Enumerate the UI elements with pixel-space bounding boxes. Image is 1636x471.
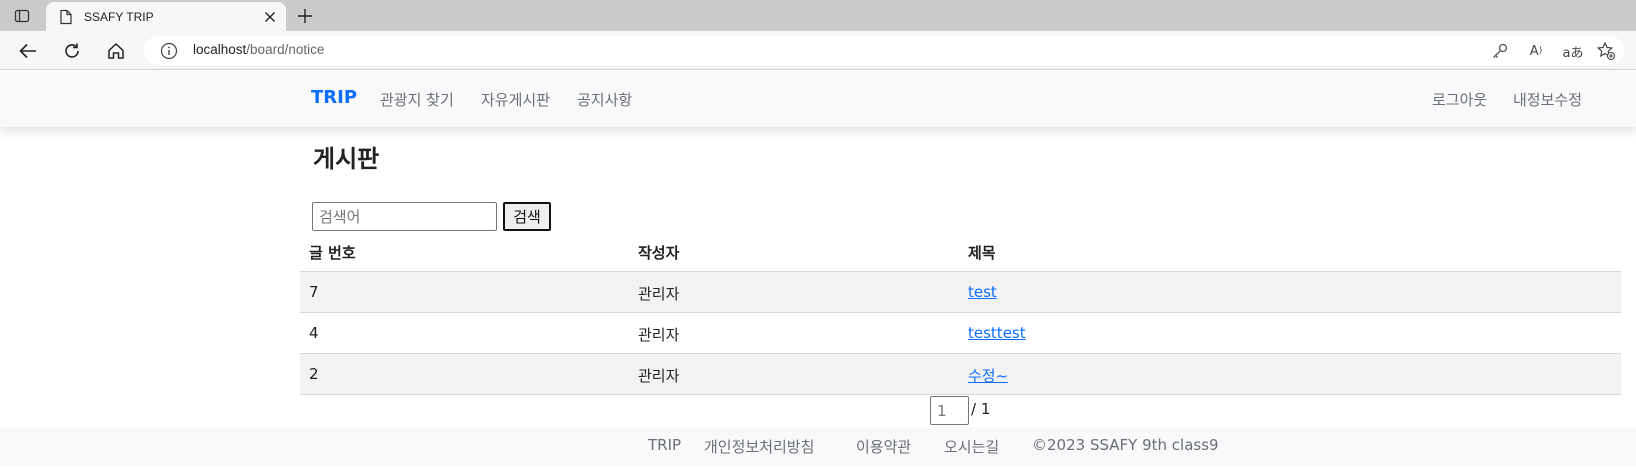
row-title-link[interactable]: testtest [968,324,1026,342]
nav-link-attractions[interactable]: 관광지 찾기 [380,89,454,110]
row-author: 관리자 [638,285,680,303]
brand-logo-link[interactable]: TRIP [311,87,357,108]
column-header-title: 제목 [968,244,996,262]
footer-link-trip[interactable]: TRIP [648,436,681,454]
plus-icon[interactable] [294,5,316,27]
row-number: 4 [309,324,319,342]
table-row: 4 관리자 testtest [300,313,1621,354]
footer-link-directions[interactable]: 오시는길 [944,436,999,457]
table-row: 7 관리자 test [300,272,1621,313]
row-author: 관리자 [638,367,680,385]
row-title-cell: 수정~ [968,365,1008,386]
browser-tab[interactable]: SSAFY TRIP [46,2,286,31]
table-header: 글 번호 작성자 제목 [300,232,1621,272]
row-author: 관리자 [638,326,680,344]
home-icon[interactable] [104,39,128,63]
page-total: / 1 [971,399,991,418]
nav-link-logout[interactable]: 로그아웃 [1432,89,1487,110]
info-icon[interactable] [160,42,178,60]
read-aloud-glyph: A [1529,43,1539,59]
table-row: 2 관리자 수정~ [300,354,1621,395]
pagination: / 1 [930,396,990,425]
sidebar-toggle-icon[interactable] [12,7,32,25]
nav-link-free-board[interactable]: 자유게시판 [481,89,550,110]
address-bar[interactable]: localhost/board/notice A) aあ [144,36,1624,65]
row-number: 2 [309,365,319,383]
tab-title: SSAFY TRIP [84,9,154,24]
page-number-input[interactable] [930,396,969,425]
favorite-add-icon[interactable] [1596,41,1616,61]
row-title-link[interactable]: test [968,283,997,301]
row-title-cell: testtest [968,324,1026,342]
search-button[interactable]: 검색 [503,202,551,231]
footer-link-privacy-policy[interactable]: 개인정보처리방침 [704,436,814,457]
row-title-link[interactable]: 수정~ [968,367,1008,385]
column-header-number: 글 번호 [309,244,356,262]
browser-tab-bar: SSAFY TRIP [0,0,1636,31]
url-text[interactable]: localhost/board/notice [193,42,324,57]
footer-copyright: ©2023 SSAFY 9th class9 [1032,436,1219,454]
column-header-author: 작성자 [638,244,680,262]
notice-table: 글 번호 작성자 제목 7 관리자 test 4 관리자 testtest 2 … [300,232,1621,395]
document-icon [58,9,74,25]
row-number: 7 [309,283,319,301]
nav-link-my-info[interactable]: 내정보수정 [1513,89,1582,110]
key-icon[interactable] [1490,41,1510,61]
browser-toolbar: localhost/board/notice A) aあ [0,31,1636,70]
nav-link-notice[interactable]: 공지사항 [577,89,632,110]
site-navbar: TRIP 관광지 찾기 자유게시판 공지사항 로그아웃 내정보수정 [0,70,1636,127]
back-icon[interactable] [16,39,40,63]
footer-link-terms[interactable]: 이용약관 [856,436,911,457]
row-title-cell: test [968,283,997,301]
page-title: 게시판 [313,145,380,173]
reload-icon[interactable] [60,39,84,63]
translate-glyph: aあ [1562,45,1584,61]
close-icon[interactable] [258,5,282,29]
search-input[interactable] [312,202,497,231]
translate-icon[interactable]: aあ [1560,41,1586,61]
site-footer: TRIP 개인정보처리방침 이용약관 오시는길 ©2023 SSAFY 9th … [0,427,1636,466]
read-aloud-icon[interactable]: A) [1526,41,1546,61]
